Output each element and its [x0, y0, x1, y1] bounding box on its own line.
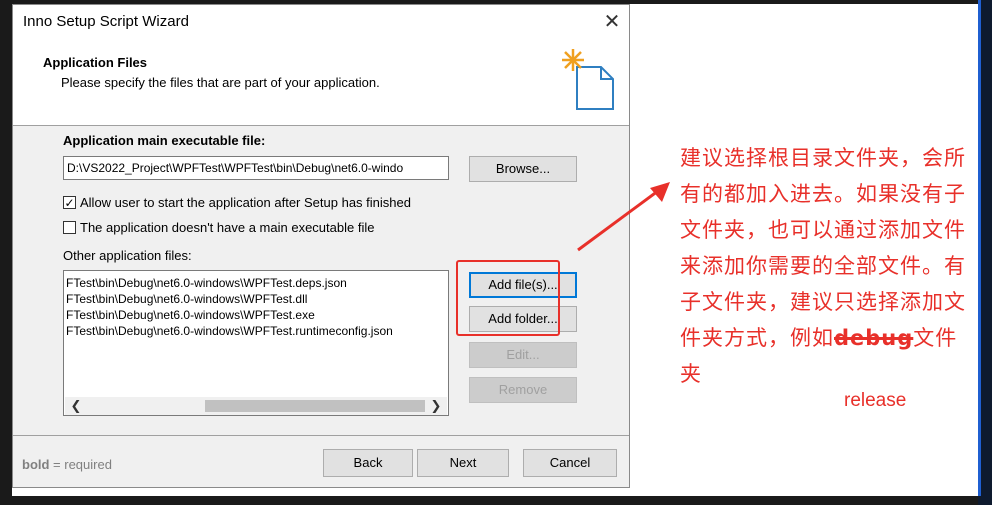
remove-button[interactable]: Remove [469, 377, 577, 403]
browse-button[interactable]: Browse... [469, 156, 577, 182]
no-exe-checkbox[interactable] [63, 221, 76, 234]
annotation-main: 建议选择根目录文件夹，会所有的都加入进去。如果没有子文件夹，也可以通过添加文件来… [680, 146, 966, 350]
highlight-box [456, 260, 560, 336]
scroll-right-icon[interactable]: ❯ [429, 397, 443, 415]
back-button[interactable]: Back [323, 449, 413, 477]
allow-start-checkbox[interactable]: ✓ [63, 196, 76, 210]
cancel-button[interactable]: Cancel [523, 449, 617, 477]
other-files-label: Other application files: [63, 248, 192, 263]
annotation-arrow [577, 182, 670, 252]
required-hint-text: = required [49, 457, 112, 472]
annotation-struck-word: debug [834, 326, 914, 350]
wizard-dialog: Inno Setup Script Wizard ✕ Application F… [12, 4, 630, 488]
list-item[interactable]: FTest\bin\Debug\net6.0-windows\WPFTest.e… [66, 308, 315, 322]
list-item[interactable]: FTest\bin\Debug\net6.0-windows\WPFTest.r… [66, 324, 393, 338]
allow-start-row[interactable]: ✓ Allow user to start the application af… [63, 195, 411, 210]
no-exe-label: The application doesn't have a main exec… [80, 220, 375, 235]
no-exe-row[interactable]: The application doesn't have a main exec… [63, 220, 374, 235]
window-title: Inno Setup Script Wizard [23, 13, 189, 30]
page-subtitle: Please specify the files that are part o… [61, 75, 380, 90]
header-divider [13, 125, 629, 126]
exe-label: Application main executable file: [63, 133, 266, 148]
list-item[interactable]: FTest\bin\Debug\net6.0-windows\WPFTest.d… [66, 276, 347, 290]
scroll-thumb[interactable] [205, 400, 425, 412]
title-bar: Inno Setup Script Wizard ✕ [13, 5, 629, 37]
new-file-icon [562, 49, 614, 110]
list-item[interactable]: FTest\bin\Debug\net6.0-windows\WPFTest.d… [66, 292, 307, 306]
close-icon[interactable]: ✕ [597, 9, 627, 35]
exe-path-field[interactable]: D:\VS2022_Project\WPFTest\WPFTest\bin\De… [63, 156, 449, 180]
required-hint: bold = required [22, 457, 112, 472]
taskbar-edge [0, 496, 992, 505]
annotation-text: 建议选择根目录文件夹，会所有的都加入进去。如果没有子文件夹，也可以通过添加文件来… [680, 140, 976, 392]
annotation-replacement: release [844, 390, 907, 411]
edit-button[interactable]: Edit... [469, 342, 577, 368]
horizontal-scrollbar[interactable]: ❮ ❯ [65, 397, 447, 415]
other-files-list[interactable]: FTest\bin\Debug\net6.0-windows\WPFTest.d… [63, 270, 449, 416]
next-button[interactable]: Next [417, 449, 509, 477]
allow-start-label: Allow user to start the application afte… [80, 195, 411, 210]
required-hint-bold: bold [22, 457, 50, 472]
wizard-header: Application Files Please specify the fil… [13, 37, 629, 125]
page-title: Application Files [43, 55, 148, 70]
scroll-left-icon[interactable]: ❮ [69, 397, 83, 415]
screen-border-left [0, 0, 12, 505]
footer-divider [13, 435, 629, 436]
desktop-edge [978, 0, 981, 496]
